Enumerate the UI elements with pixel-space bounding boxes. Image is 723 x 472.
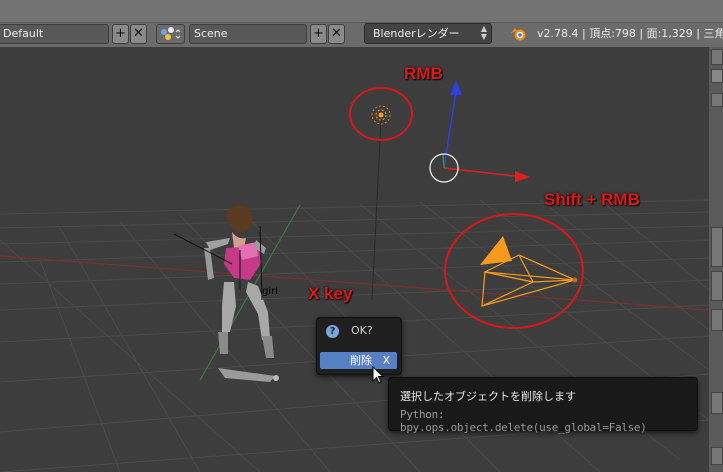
z-arrow-icon[interactable] [450, 80, 462, 95]
popup-title: OK? [351, 324, 373, 337]
tool-shelf-edge[interactable] [709, 47, 723, 472]
render-engine-value: Blenderレンダー [373, 27, 460, 40]
mouse-cursor-icon [372, 366, 385, 384]
shift-rmb-annotation: Shift + RMB [544, 190, 640, 209]
tooltip-description: 選択したオブジェクトを削除します [400, 390, 576, 403]
x-icon: ✕ [331, 26, 342, 41]
delete-confirm-popup: ? OK? 削除 X [316, 317, 402, 375]
panel-tab[interactable] [711, 93, 723, 107]
panel-tab[interactable] [711, 271, 723, 301]
scene-icon [161, 27, 181, 40]
x-manipulator-axis[interactable] [443, 167, 516, 177]
rmb-annotation: RMB [404, 64, 443, 83]
y-manipulator-axis[interactable] [442, 153, 445, 169]
x-icon: ✕ [133, 26, 144, 41]
tooltip-python: Python: bpy.ops.object.delete(use_global… [400, 408, 647, 434]
panel-tab[interactable] [711, 447, 723, 465]
scene-value: Scene [194, 27, 228, 40]
delete-scene-button[interactable]: ✕ [328, 24, 345, 44]
info-header: Default + ✕ Scene + ✕ Blenderレンダー ▲ ▼ v2.… [0, 0, 723, 47]
panel-tab[interactable] [711, 392, 723, 414]
scene-field[interactable]: Scene [189, 24, 307, 44]
z-manipulator-axis[interactable] [443, 91, 457, 169]
character-name-label: girl [262, 286, 279, 297]
x-key-annotation: X key [308, 284, 353, 303]
add-scene-button[interactable]: + [310, 24, 327, 44]
lamp-center [378, 112, 384, 118]
x-arrow-icon[interactable] [515, 171, 530, 182]
lamp-line [371, 119, 382, 301]
scene-stats: v2.78.4 | 頂点:798 | 面:1,329 | 三角面 [537, 27, 723, 40]
question-icon: ? [326, 325, 339, 338]
scene-type-selector[interactable] [156, 24, 185, 44]
panel-tab[interactable] [711, 227, 723, 267]
screen-layout-field[interactable]: Default [0, 24, 109, 44]
delete-layout-button[interactable]: ✕ [130, 24, 147, 44]
plus-icon[interactable] [711, 69, 723, 83]
render-engine-selector[interactable]: Blenderレンダー ▲ ▼ [364, 23, 492, 44]
add-layout-button[interactable]: + [112, 24, 129, 44]
panel-tab[interactable] [711, 49, 723, 65]
delete-label: 削除 [350, 354, 372, 367]
panel-tab[interactable] [711, 309, 723, 331]
blender-logo-icon [511, 28, 526, 41]
screen-layout-value: Default [3, 27, 44, 40]
plus-icon: + [313, 26, 324, 41]
plus-icon: + [115, 26, 126, 41]
header-top-strip [0, 0, 723, 23]
delete-tooltip: 選択したオブジェクトを削除します Python: bpy.ops.object.… [388, 377, 698, 434]
x-axis-line [0, 255, 709, 311]
updown-arrows-icon: ▲ ▼ [480, 24, 487, 41]
